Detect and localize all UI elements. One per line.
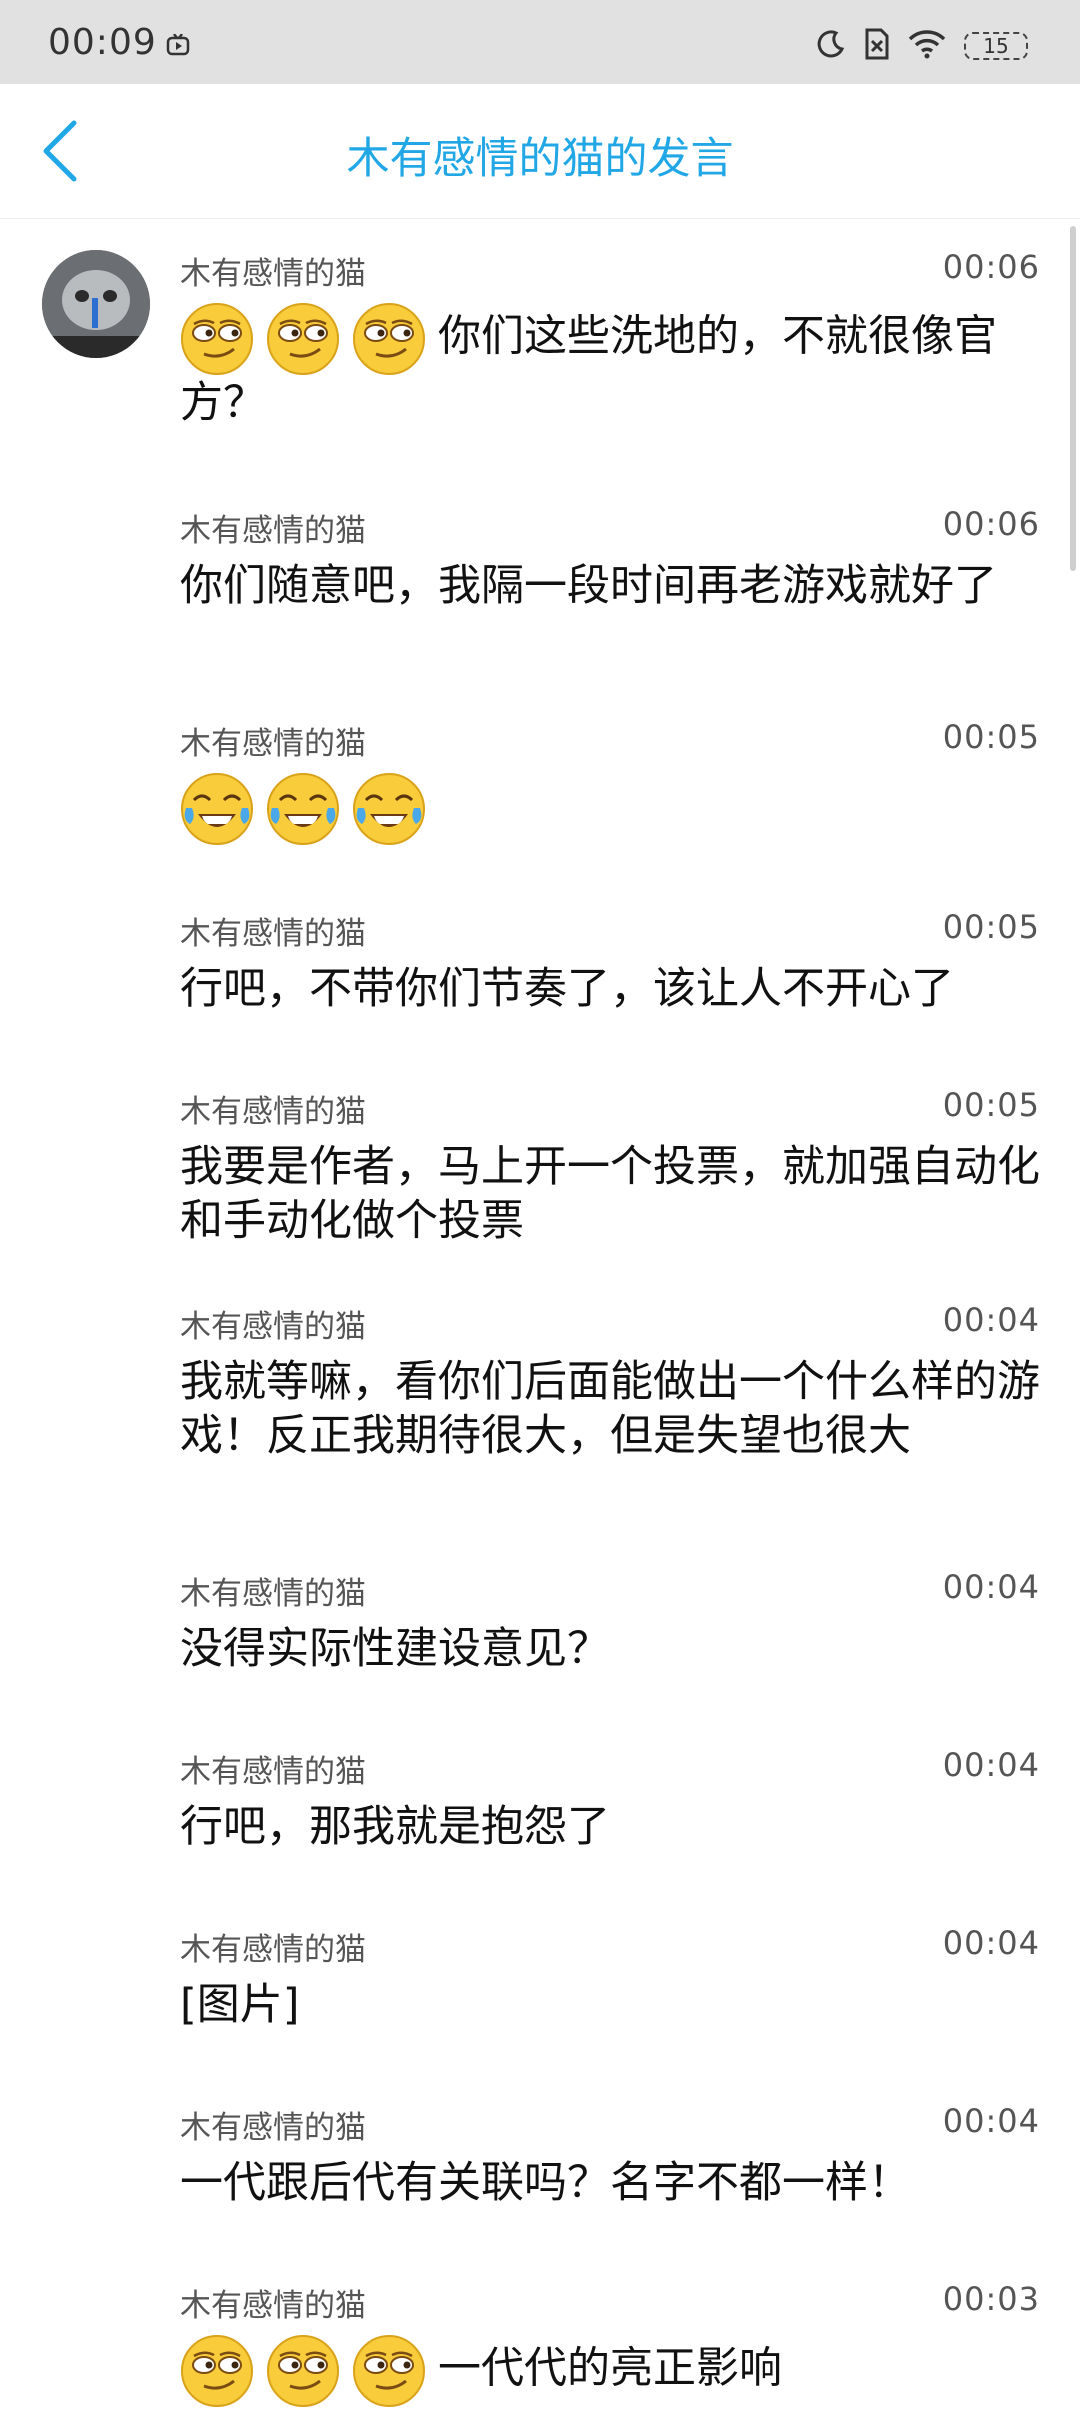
message-author[interactable]: 木有感情的猫 bbox=[180, 1568, 366, 1613]
message-author[interactable]: 木有感情的猫 bbox=[180, 2102, 366, 2147]
message-header: 木有感情的猫 00:05 bbox=[180, 1086, 1040, 1131]
message-text: 你们随意吧，我隔一段时间再老游戏就好了 bbox=[180, 561, 997, 611]
message-item[interactable]: 木有感情的猫 00:04 一代跟后代有关联吗？名字不都一样！ bbox=[180, 2102, 1040, 2210]
page-title: 木有感情的猫的发言 bbox=[346, 134, 734, 184]
message-author[interactable]: 木有感情的猫 bbox=[180, 1086, 366, 1131]
message-item[interactable]: 木有感情的猫 00:04 行吧，那我就是抱怨了 bbox=[180, 1746, 1040, 1854]
message-author[interactable]: 木有感情的猫 bbox=[180, 505, 366, 550]
message-text: 行吧，不带你们节奏了，该让人不开心了 bbox=[180, 964, 954, 1014]
message-text: 行吧，那我就是抱怨了 bbox=[180, 1802, 610, 1852]
tears-of-joy-emoji-icon bbox=[266, 772, 340, 846]
message-time: 00:04 bbox=[942, 1568, 1040, 1606]
message-header: 木有感情的猫 00:04 bbox=[180, 2102, 1040, 2147]
message-item[interactable]: 木有感情的猫 00:04 没得实际性建设意见？ bbox=[180, 1568, 1040, 1676]
message-header: 木有感情的猫 00:06 bbox=[180, 248, 1040, 293]
message-body: 你们随意吧，我隔一段时间再老游戏就好了 bbox=[180, 559, 1040, 613]
message-body: 你们这些洗地的，不就很像官方？ bbox=[180, 302, 1040, 430]
message-time: 00:05 bbox=[942, 908, 1040, 946]
message-item[interactable]: 木有感情的猫 00:04 [图片] bbox=[180, 1924, 1040, 2032]
message-body: 我要是作者，马上开一个投票，就加强自动化和手动化做个投票 bbox=[180, 1140, 1040, 1248]
battery-indicator: 15 bbox=[964, 32, 1028, 60]
message-item[interactable]: 木有感情的猫 00:05 bbox=[180, 718, 1040, 846]
message-body: 我就等嘛，看你们后面能做出一个什么样的游戏！反正我期待很大，但是失望也很大 bbox=[180, 1355, 1040, 1463]
smirk-emoji-icon bbox=[352, 302, 426, 376]
message-body: 行吧，那我就是抱怨了 bbox=[180, 1800, 1040, 1854]
tears-of-joy-emoji-icon bbox=[180, 772, 254, 846]
avatar[interactable] bbox=[42, 250, 150, 358]
no-sim-icon bbox=[864, 28, 890, 64]
do-not-disturb-moon-icon bbox=[816, 29, 846, 63]
bottom-fade bbox=[0, 2380, 1080, 2400]
message-author[interactable]: 木有感情的猫 bbox=[180, 718, 366, 763]
message-item[interactable]: 木有感情的猫 00:05 行吧，不带你们节奏了，该让人不开心了 bbox=[180, 908, 1040, 1016]
message-text: 我要是作者，马上开一个投票，就加强自动化和手动化做个投票 bbox=[180, 1142, 1040, 1246]
message-item[interactable]: 木有感情的猫 00:05 我要是作者，马上开一个投票，就加强自动化和手动化做个投票 bbox=[180, 1086, 1040, 1248]
message-time: 00:06 bbox=[942, 248, 1040, 286]
message-body: [图片] bbox=[180, 1978, 1040, 2032]
message-header: 木有感情的猫 00:05 bbox=[180, 908, 1040, 953]
message-header: 木有感情的猫 00:06 bbox=[180, 505, 1040, 550]
message-text: 没得实际性建设意见？ bbox=[180, 1624, 610, 1674]
scrollbar[interactable] bbox=[1070, 226, 1076, 571]
message-author[interactable]: 木有感情的猫 bbox=[180, 1924, 366, 1969]
media-playing-icon bbox=[166, 33, 190, 60]
message-author[interactable]: 木有感情的猫 bbox=[180, 2280, 366, 2325]
message-time: 00:04 bbox=[942, 2102, 1040, 2140]
message-time: 00:05 bbox=[942, 718, 1040, 756]
message-list[interactable]: 木有感情的猫 00:06 你们这些洗地的，不就很像官方？ 木有感情的猫 00:06 你们随… bbox=[0, 218, 1080, 2407]
message-header: 木有感情的猫 00:04 bbox=[180, 1301, 1040, 1346]
message-header: 木有感情的猫 00:03 bbox=[180, 2280, 1040, 2325]
smirk-emoji-icon bbox=[266, 302, 340, 376]
wifi-icon bbox=[908, 29, 946, 63]
message-time: 00:04 bbox=[942, 1924, 1040, 1962]
message-author[interactable]: 木有感情的猫 bbox=[180, 1301, 366, 1346]
message-header: 木有感情的猫 00:04 bbox=[180, 1924, 1040, 1969]
message-body bbox=[180, 772, 1040, 846]
message-header: 木有感情的猫 00:04 bbox=[180, 1568, 1040, 1613]
message-item[interactable]: 木有感情的猫 00:04 我就等嘛，看你们后面能做出一个什么样的游戏！反正我期待很大… bbox=[180, 1301, 1040, 1463]
message-time: 00:05 bbox=[942, 1086, 1040, 1124]
message-header: 木有感情的猫 00:05 bbox=[180, 718, 1040, 763]
nav-bar: 木有感情的猫的发言 bbox=[0, 84, 1080, 219]
message-header: 木有感情的猫 00:04 bbox=[180, 1746, 1040, 1791]
message-body: 一代跟后代有关联吗？名字不都一样！ bbox=[180, 2156, 1040, 2210]
message-time: 00:04 bbox=[942, 1301, 1040, 1339]
smirk-emoji-icon bbox=[180, 302, 254, 376]
message-body: 行吧，不带你们节奏了，该让人不开心了 bbox=[180, 962, 1040, 1016]
status-bar: 00:09 15 bbox=[0, 0, 1080, 84]
message-item[interactable]: 木有感情的猫 00:06 你们这些洗地的，不就很像官方？ bbox=[180, 248, 1040, 430]
message-time: 00:03 bbox=[942, 2280, 1040, 2318]
message-item[interactable]: 木有感情的猫 00:06 你们随意吧，我隔一段时间再老游戏就好了 bbox=[180, 505, 1040, 613]
message-time: 00:06 bbox=[942, 505, 1040, 543]
message-author[interactable]: 木有感情的猫 bbox=[180, 248, 366, 293]
message-author[interactable]: 木有感情的猫 bbox=[180, 908, 366, 953]
tears-of-joy-emoji-icon bbox=[352, 772, 426, 846]
message-text: 我就等嘛，看你们后面能做出一个什么样的游戏！反正我期待很大，但是失望也很大 bbox=[180, 1357, 1040, 1461]
message-author[interactable]: 木有感情的猫 bbox=[180, 1746, 366, 1791]
message-text: [图片] bbox=[180, 1980, 300, 2030]
status-time: 00:09 bbox=[48, 22, 157, 63]
message-body: 没得实际性建设意见？ bbox=[180, 1622, 1040, 1676]
message-time: 00:04 bbox=[942, 1746, 1040, 1784]
message-text: 一代跟后代有关联吗？名字不都一样！ bbox=[180, 2158, 911, 2208]
